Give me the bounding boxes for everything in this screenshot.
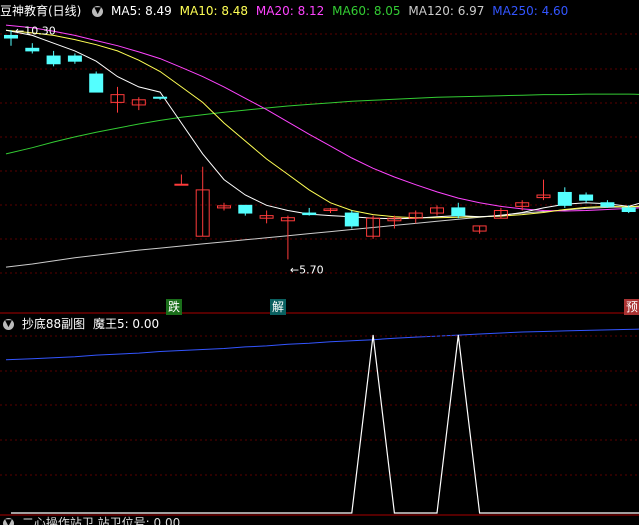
candle-down: [238, 204, 253, 214]
candle-down: [600, 202, 615, 207]
candle-down: [557, 191, 572, 206]
chevron-down-icon[interactable]: ▼: [3, 518, 14, 525]
candle-down: [25, 47, 40, 52]
ma5-value: MA5: 8.49: [111, 4, 172, 18]
kline-chart[interactable]: ←10.30 ←5.70: [0, 0, 639, 523]
candle-down: [579, 194, 594, 201]
signal-tag-jie: 解: [270, 299, 286, 315]
candle-down: [344, 212, 359, 227]
stock-title[interactable]: 豆神教育(日线): [0, 4, 81, 18]
ma20-line: [5, 24, 639, 212]
candle-down: [67, 55, 82, 62]
bottom-legend-text: 二心操作站卫 站卫位号: 0.00: [21, 516, 181, 525]
indicator-line: [11, 334, 639, 514]
ma250-value: MA250: 4.60: [492, 4, 569, 18]
candle-down: [153, 96, 168, 99]
main-chart-legend: 豆神教育(日线) ▼ MA5: 8.49 MA10: 8.48 MA20: 8.…: [0, 2, 572, 20]
ma10-line: [5, 29, 639, 219]
candle-down: [302, 212, 317, 216]
signal-tag-die: 跌: [166, 299, 182, 315]
ma120-value: MA120: 6.97: [408, 4, 485, 18]
chevron-down-icon[interactable]: ▼: [92, 6, 104, 17]
signal-tag-yu: 预: [624, 299, 639, 315]
bottom-legend: ▼ 二心操作站卫 站卫位号: 0.00: [0, 515, 184, 525]
candle-down: [46, 55, 61, 65]
sub-chart-title[interactable]: 抄底88副图: [22, 317, 85, 331]
candle-up: [174, 183, 189, 186]
ma20-value: MA20: 8.12: [255, 4, 325, 18]
ma250-line: [5, 328, 639, 361]
ma10-value: MA10: 8.48: [179, 4, 249, 18]
indicator-value: 魔王5: 0.00: [92, 317, 160, 331]
candle-down: [621, 207, 636, 213]
low-price-label: ←5.70: [290, 263, 324, 276]
candle-down: [451, 207, 466, 217]
ma60-value: MA60: 8.05: [332, 4, 401, 18]
chevron-down-icon[interactable]: ▼: [3, 319, 14, 330]
candle-down: [89, 73, 104, 93]
sub-chart-legend: ▼ 抄底88副图 魔王5: 0.00: [0, 315, 163, 333]
high-price-label: ←10.30: [15, 24, 56, 37]
ma5-line: [5, 29, 639, 220]
